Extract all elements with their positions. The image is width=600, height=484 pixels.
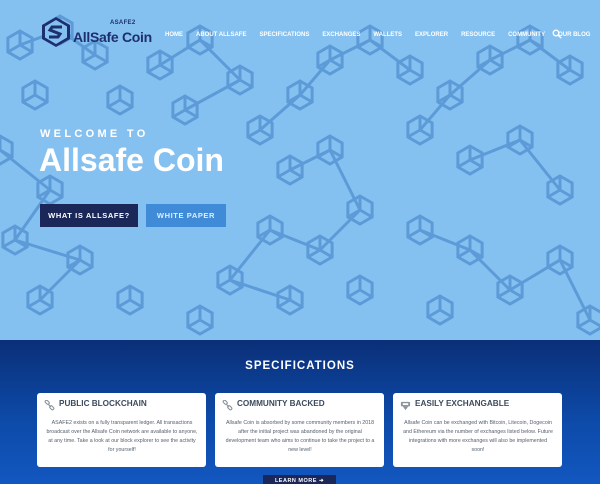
pattern-cube bbox=[346, 194, 374, 226]
logo-emblem-icon bbox=[42, 17, 70, 47]
hero-section: ASAFE2 AllSafe Coin HOME ABOUT ALLSAFE S… bbox=[0, 0, 600, 340]
pattern-cube bbox=[36, 174, 64, 206]
pattern-link bbox=[468, 248, 512, 292]
pattern-link bbox=[318, 208, 362, 252]
learn-more-button[interactable]: LEARN MORE ➜ bbox=[263, 475, 336, 484]
nav-item-resource[interactable]: RESOURCE bbox=[461, 32, 495, 38]
pattern-cube bbox=[106, 84, 134, 116]
pattern-cube bbox=[396, 54, 424, 86]
pattern-cube bbox=[496, 274, 524, 306]
pattern-cube bbox=[456, 234, 484, 266]
pattern-cube bbox=[216, 264, 244, 296]
pattern-cube bbox=[556, 54, 584, 86]
pattern-cube bbox=[171, 94, 199, 126]
pattern-link bbox=[298, 59, 332, 96]
card-community-backed: COMMUNITY BACKED Allsafe Coin is absorbe… bbox=[215, 393, 384, 467]
pattern-cube bbox=[246, 114, 274, 146]
pattern-cube bbox=[436, 79, 464, 111]
pattern-cube bbox=[406, 114, 434, 146]
nav-item-specifications[interactable]: SPECIFICATIONS bbox=[259, 32, 309, 38]
specifications-section: SPECIFICATIONS PUBLIC BLOCKCHAIN ASAFE2 … bbox=[0, 340, 600, 484]
main-nav: HOME ABOUT ALLSAFE SPECIFICATIONS EXCHAN… bbox=[165, 30, 600, 40]
pattern-cube bbox=[346, 274, 374, 306]
card-title: EASILY EXCHANGABLE bbox=[415, 399, 510, 408]
hero-welcome: WELCOME TO bbox=[40, 128, 149, 140]
pattern-cube bbox=[66, 244, 94, 276]
pattern-link bbox=[198, 38, 242, 82]
nav-item-home[interactable]: HOME bbox=[165, 32, 183, 38]
pattern-cube bbox=[456, 144, 484, 176]
pattern-cube bbox=[21, 79, 49, 111]
pattern-link bbox=[328, 149, 362, 211]
specifications-heading: SPECIFICATIONS bbox=[245, 360, 355, 372]
pattern-cube bbox=[426, 294, 454, 326]
card-text: Allsafe Coin is absorbed by some communi… bbox=[225, 420, 375, 453]
what-is-allsafe-button[interactable]: WHAT IS ALLSAFE? bbox=[40, 204, 138, 227]
pattern-cube bbox=[576, 304, 600, 336]
pattern-cube bbox=[546, 174, 574, 206]
nav-item-exchanges[interactable]: EXCHANGES bbox=[322, 32, 360, 38]
pattern-cube bbox=[316, 44, 344, 76]
card-text: Allsafe Coin can be exchanged with Bitco… bbox=[403, 420, 553, 453]
pattern-link bbox=[38, 258, 82, 302]
pattern-cube bbox=[256, 214, 284, 246]
pattern-link bbox=[259, 93, 301, 132]
pattern-cube bbox=[286, 79, 314, 111]
exchange-icon bbox=[400, 401, 411, 411]
pattern-cube bbox=[276, 284, 304, 316]
pattern-link bbox=[518, 139, 562, 191]
pattern-link bbox=[228, 229, 272, 281]
card-easily-exchangable: EASILY EXCHANGABLE Allsafe Coin can be e… bbox=[393, 393, 562, 467]
pattern-cube bbox=[506, 124, 534, 156]
logo-ticker: ASAFE2 bbox=[110, 20, 136, 26]
pattern-cube bbox=[316, 134, 344, 166]
pattern-cube bbox=[6, 29, 34, 61]
link-icon bbox=[222, 400, 233, 411]
card-public-blockchain: PUBLIC BLOCKCHAIN ASAFE2 exists on a ful… bbox=[37, 393, 206, 467]
card-text: ASAFE2 exists on a fully transparent led… bbox=[46, 420, 198, 453]
pattern-cube bbox=[226, 64, 254, 96]
hero-title: Allsafe Coin bbox=[39, 142, 224, 178]
white-paper-button[interactable]: WHITE PAPER bbox=[146, 204, 226, 227]
search-icon[interactable] bbox=[552, 29, 562, 39]
nav-item-wallets[interactable]: WALLETS bbox=[373, 32, 402, 38]
pattern-cube bbox=[1, 224, 29, 256]
pattern-link bbox=[418, 94, 452, 131]
pattern-link bbox=[449, 58, 491, 97]
pattern-cube bbox=[546, 244, 574, 276]
pattern-cube bbox=[26, 284, 54, 316]
logo-name: AllSafe Coin bbox=[73, 29, 152, 45]
nav-item-about[interactable]: ABOUT ALLSAFE bbox=[196, 32, 246, 38]
pattern-cube bbox=[146, 49, 174, 81]
nav-item-explorer[interactable]: EXPLORER bbox=[415, 32, 448, 38]
site-logo[interactable]: ASAFE2 AllSafe Coin bbox=[40, 16, 152, 50]
nav-item-blog[interactable]: OUR BLOG bbox=[558, 32, 590, 38]
pattern-cube bbox=[476, 44, 504, 76]
pattern-cube bbox=[406, 214, 434, 246]
link-icon bbox=[44, 400, 55, 411]
pattern-cube bbox=[186, 304, 214, 336]
pattern-cube bbox=[276, 154, 304, 186]
card-title: COMMUNITY BACKED bbox=[237, 399, 325, 408]
pattern-cube bbox=[306, 234, 334, 266]
pattern-cube bbox=[116, 284, 144, 316]
card-title: PUBLIC BLOCKCHAIN bbox=[59, 399, 147, 408]
nav-item-community[interactable]: COMMUNITY bbox=[508, 32, 545, 38]
pattern-link bbox=[558, 259, 592, 321]
